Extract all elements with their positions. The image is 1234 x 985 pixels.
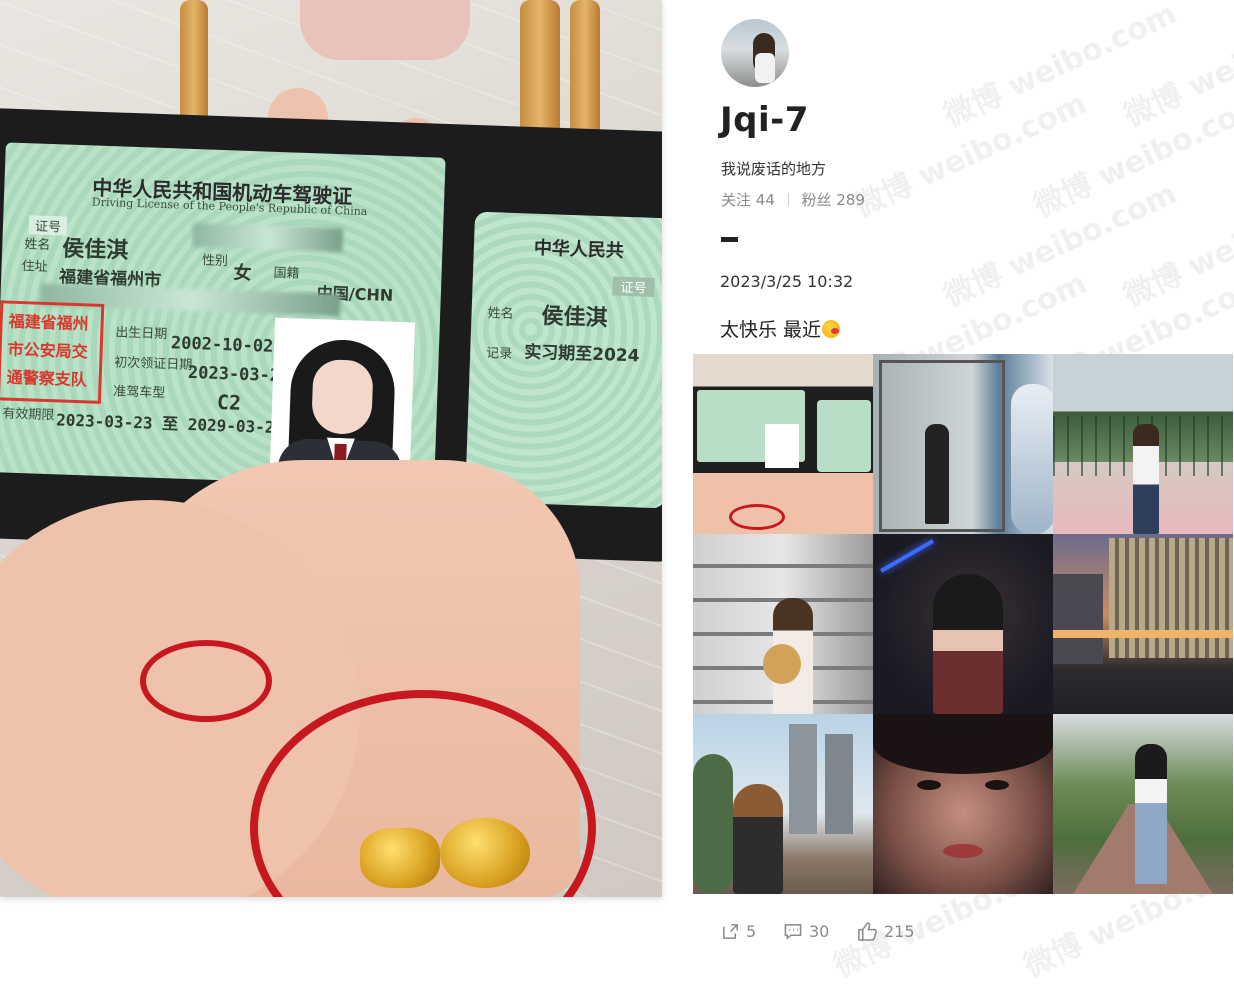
redacted-block [192,223,344,253]
thumb-eye [985,780,1009,790]
class-label: 准驾车型 [112,384,166,402]
grid-image-warehouse[interactable] [693,534,873,714]
post-action-bar: 5 30 215 [721,922,1201,946]
address-label: 住址 [21,259,48,275]
chair-seat [300,0,470,60]
watermark: 微博 weibo.com [1118,176,1234,315]
like-count: 215 [884,922,915,941]
police-seal: 福建省福州市公安局交通警察支队 [0,300,105,404]
followers-label[interactable]: 粉丝 [801,191,831,209]
thumb-person [1133,424,1159,534]
post-text-content: 太快乐 最近 [720,319,822,341]
grid-image-court[interactable] [1053,354,1233,534]
watermark: 微博 weibo.com [848,86,1093,225]
card-back-title: 中华人民共 [533,237,625,262]
following-count[interactable]: 44 [756,191,775,209]
watermark: 微博 weibo.com [1118,0,1234,135]
grid-image-closeup[interactable] [873,714,1053,894]
issue-label: 初次领证日期 [114,355,193,374]
post-panel: 微博 weibo.com 微博 weibo.com 微博 weibo.com 微… [693,0,1234,984]
thumb-tower [825,734,853,834]
kiss-emoji-icon [822,320,841,338]
avatar[interactable] [721,19,789,87]
thumb-neon [880,539,934,573]
thumb-person [925,424,949,524]
post-text: 太快乐 最近 [720,315,841,342]
thumb-eye [917,780,941,790]
thumb-sneaker [1011,384,1053,534]
thumb-tower [789,724,817,834]
share-icon [723,924,738,939]
comment-icon [784,924,802,940]
thumb-person [933,574,1003,714]
thumb-tree [693,754,733,894]
followers-count[interactable]: 289 [836,191,865,209]
license-sex: 女 [233,262,252,285]
gold-charm [440,818,530,888]
license-valid-period: 2023-03-23 至 2029-03-2 [55,410,275,437]
thumb-person [733,784,783,894]
grid-image-license[interactable] [693,354,873,534]
like-button[interactable]: 215 [857,922,915,941]
name-label: 姓名 [24,237,51,254]
red-string-loop [140,640,272,722]
thumbs-up-icon [858,922,877,941]
thumb-portrait [765,424,799,468]
following-label[interactable]: 关注 [721,191,751,209]
grid-image-store-mirror[interactable] [873,354,1053,534]
grid-image-park-path[interactable] [1053,714,1233,894]
thumb-bracelet [729,504,785,530]
thumb-plush-dog [763,644,801,684]
license-class: C2 [216,389,242,415]
nationality-label: 国籍 [273,265,300,282]
watermark: 微博 weibo.com [938,0,1183,135]
portrait-face [311,358,374,436]
card-back-record: 实习期至2024 [523,342,640,367]
share-button[interactable]: 5 [721,922,756,941]
profile-stats: 关注 44 粉丝 289 [721,189,865,210]
valid-label: 有效期限 [2,406,55,424]
avatar-body [755,53,775,83]
stats-divider [787,193,789,206]
image-grid [693,354,1233,894]
sex-label: 性别 [201,253,229,270]
profile-bio: 我说废话的地方 [721,160,827,178]
watermark: 微博 weibo.com [938,176,1183,315]
license-name: 侯佳淇 [61,236,129,264]
thumb-card [817,400,871,472]
username[interactable]: Jqi-7 [720,100,809,140]
card-back-name-label: 姓名 [487,306,514,322]
main-photo[interactable]: 中华人民共和国机动车驾驶证 Driving License of the Peo… [0,0,662,897]
thumb-bridge [1053,630,1233,638]
watermark: 微博 weibo.com [1028,86,1234,225]
card-back-record-label: 记录 [485,346,513,362]
grid-image-bar[interactable] [873,534,1053,714]
card-back-name: 侯佳淇 [541,303,608,332]
grid-image-towers[interactable] [693,714,873,894]
license-card-back: 中华人民共 证号 姓名 侯佳淇 记录 实习期至2024 [465,211,662,509]
card-back-cert-no-label: 证号 [612,276,655,297]
grid-image-city-night[interactable] [1053,534,1233,714]
birth-label: 出生日期 [115,325,168,343]
thumb-lips [943,844,983,858]
dash-mark [721,237,738,242]
thumb-building [1053,574,1103,664]
gold-charm [360,828,440,888]
post-timestamp: 2023/3/25 10:32 [720,272,854,291]
thumb-hair [873,714,1053,774]
share-count: 5 [746,922,757,941]
comment-button[interactable]: 30 [783,922,829,941]
thumb-building [1109,538,1233,658]
thumb-person [1135,744,1167,884]
comment-count: 30 [809,922,830,941]
